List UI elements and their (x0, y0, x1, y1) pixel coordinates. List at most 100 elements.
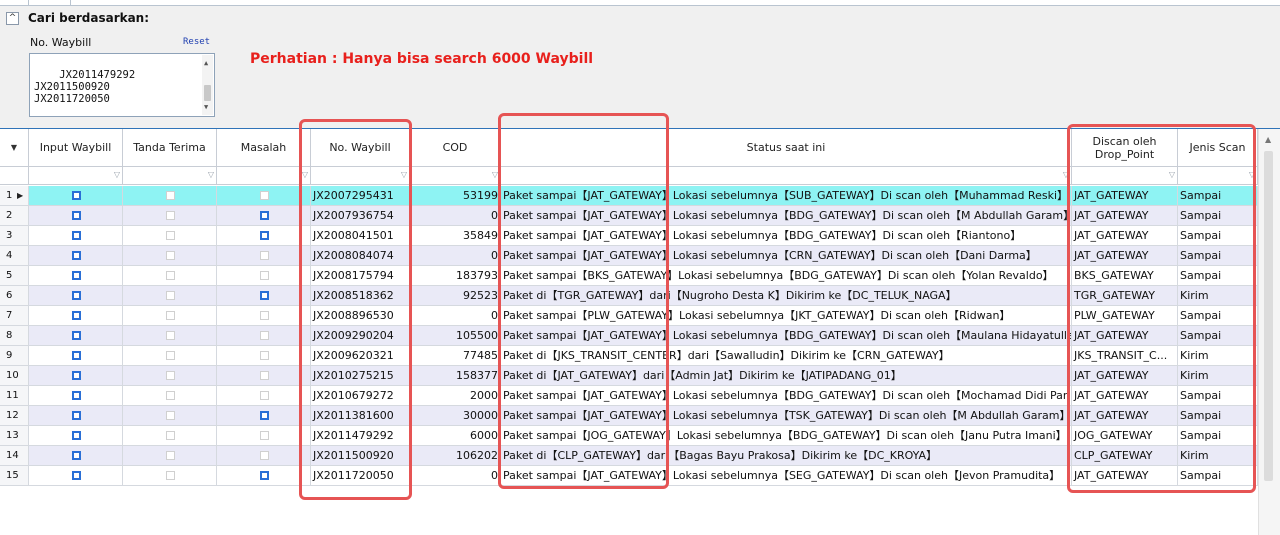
input-waybill-checkbox[interactable] (72, 211, 81, 220)
cod-cell[interactable]: 77485 (410, 346, 501, 366)
header-input-waybill[interactable]: Input Waybill (29, 129, 123, 167)
scroll-down-icon[interactable]: ▼ (204, 101, 208, 113)
input-waybill-checkbox[interactable] (72, 191, 81, 200)
scroll-up-icon[interactable]: ▲ (204, 57, 208, 69)
input-waybill-checkbox[interactable] (72, 431, 81, 440)
masalah-checkbox[interactable] (260, 191, 269, 200)
input-waybill-checkbox[interactable] (72, 311, 81, 320)
tanda-terima-checkbox[interactable] (166, 311, 175, 320)
masalah-checkbox[interactable] (260, 331, 269, 340)
cod-cell[interactable]: 30000 (410, 406, 501, 426)
tanda-terima-checkbox[interactable] (166, 351, 175, 360)
cod-cell[interactable]: 158377 (410, 366, 501, 386)
masalah-checkbox[interactable] (260, 251, 269, 260)
cod-cell[interactable]: 92523 (410, 286, 501, 306)
masalah-checkbox[interactable] (260, 451, 269, 460)
row-number[interactable]: 9 (0, 346, 29, 366)
row-number[interactable]: 5 (0, 266, 29, 286)
cod-cell[interactable]: 0 (410, 466, 501, 486)
input-waybill-checkbox[interactable] (72, 451, 81, 460)
header-tanda-terima[interactable]: Tanda Terima (123, 129, 217, 167)
row-number[interactable]: 7 (0, 306, 29, 326)
cod-cell[interactable]: 6000 (410, 426, 501, 446)
tanda-terima-checkbox[interactable] (166, 391, 175, 400)
cod-cell[interactable]: 106202 (410, 446, 501, 466)
cod-cell[interactable]: 53199 (410, 186, 501, 206)
row-number[interactable]: 1 ▶ (0, 186, 29, 206)
collapse-icon[interactable]: ^ (6, 12, 19, 25)
row-number[interactable]: 12 (0, 406, 29, 426)
masalah-checkbox[interactable] (260, 431, 269, 440)
cod-cell[interactable]: 183793 (410, 266, 501, 286)
input-waybill-checkbox[interactable] (72, 371, 81, 380)
tanda-terima-checkbox[interactable] (166, 451, 175, 460)
masalah-checkbox[interactable] (260, 271, 269, 280)
tanda-terima-checkbox[interactable] (166, 411, 175, 420)
input-waybill-checkbox[interactable] (72, 351, 81, 360)
tanda-terima-checkbox[interactable] (166, 191, 175, 200)
row-number[interactable]: 13 (0, 426, 29, 446)
tanda-terima-checkbox[interactable] (166, 371, 175, 380)
masalah-checkbox[interactable] (260, 411, 269, 420)
input-waybill-checkbox[interactable] (72, 251, 81, 260)
input-waybill-checkbox[interactable] (72, 411, 81, 420)
waybill-textarea[interactable]: JX2011479292 JX2011500920 JX2011720050 ▲… (29, 53, 215, 117)
masalah-checkbox[interactable] (260, 211, 269, 220)
scroll-thumb[interactable] (204, 85, 211, 101)
masalah-checkbox[interactable] (260, 391, 269, 400)
reset-link[interactable]: Reset (183, 37, 210, 47)
input-waybill-checkbox[interactable] (72, 271, 81, 280)
input-waybill-checkbox[interactable] (72, 291, 81, 300)
filter-dropdown-icon[interactable]: ▽ (208, 170, 214, 179)
tanda-terima-checkbox[interactable] (166, 251, 175, 260)
tanda-terima-checkbox[interactable] (166, 331, 175, 340)
filter-cod[interactable]: ▽ (410, 167, 501, 185)
filter-masalah[interactable]: ▽ (217, 167, 311, 185)
row-number[interactable]: 10 (0, 366, 29, 386)
row-number[interactable]: 11 (0, 386, 29, 406)
tanda-terima-checkbox[interactable] (166, 211, 175, 220)
masalah-checkbox[interactable] (260, 371, 269, 380)
row-number[interactable]: 4 (0, 246, 29, 266)
input-waybill-checkbox[interactable] (72, 231, 81, 240)
row-number[interactable]: 6 (0, 286, 29, 306)
row-number[interactable]: 14 (0, 446, 29, 466)
masalah-checkbox[interactable] (260, 291, 269, 300)
grid-vertical-scrollbar[interactable]: ▲ (1258, 129, 1280, 535)
filter-input-waybill[interactable]: ▽ (29, 167, 123, 185)
input-waybill-checkbox[interactable] (72, 331, 81, 340)
header-masalah[interactable]: Masalah (217, 129, 311, 167)
tanda-terima-checkbox[interactable] (166, 231, 175, 240)
row-number[interactable]: 3 (0, 226, 29, 246)
header-cod[interactable]: COD (410, 129, 501, 167)
cod-cell[interactable]: 2000 (410, 386, 501, 406)
masalah-checkbox[interactable] (260, 311, 269, 320)
scroll-thumb[interactable] (1264, 151, 1273, 481)
filter-dropdown-icon[interactable]: ▽ (114, 170, 120, 179)
cod-cell[interactable]: 0 (410, 206, 501, 226)
tanda-terima-checkbox[interactable] (166, 471, 175, 480)
tanda-terima-checkbox[interactable] (166, 271, 175, 280)
row-selector-header[interactable]: ▼ (0, 129, 29, 167)
cod-cell[interactable]: 0 (410, 306, 501, 326)
checkbox-cell (29, 366, 123, 386)
cod-cell[interactable]: 0 (410, 246, 501, 266)
row-number[interactable]: 15 (0, 466, 29, 486)
cod-cell[interactable]: 105500 (410, 326, 501, 346)
masalah-checkbox[interactable] (260, 231, 269, 240)
textarea-scrollbar[interactable]: ▲ ▼ (202, 55, 213, 115)
input-waybill-checkbox[interactable] (72, 471, 81, 480)
scroll-up-icon[interactable]: ▲ (1265, 135, 1271, 144)
row-number[interactable]: 8 (0, 326, 29, 346)
masalah-checkbox[interactable] (260, 351, 269, 360)
masalah-checkbox[interactable] (260, 471, 269, 480)
row-number[interactable]: 2 (0, 206, 29, 226)
tanda-terima-checkbox[interactable] (166, 291, 175, 300)
filter-tanda-terima[interactable]: ▽ (123, 167, 217, 185)
menu-dropdown-icon[interactable]: ▼ (11, 141, 17, 154)
checkbox-cell (217, 286, 311, 306)
checkbox-cell (217, 266, 311, 286)
input-waybill-checkbox[interactable] (72, 391, 81, 400)
cod-cell[interactable]: 35849 (410, 226, 501, 246)
tanda-terima-checkbox[interactable] (166, 431, 175, 440)
